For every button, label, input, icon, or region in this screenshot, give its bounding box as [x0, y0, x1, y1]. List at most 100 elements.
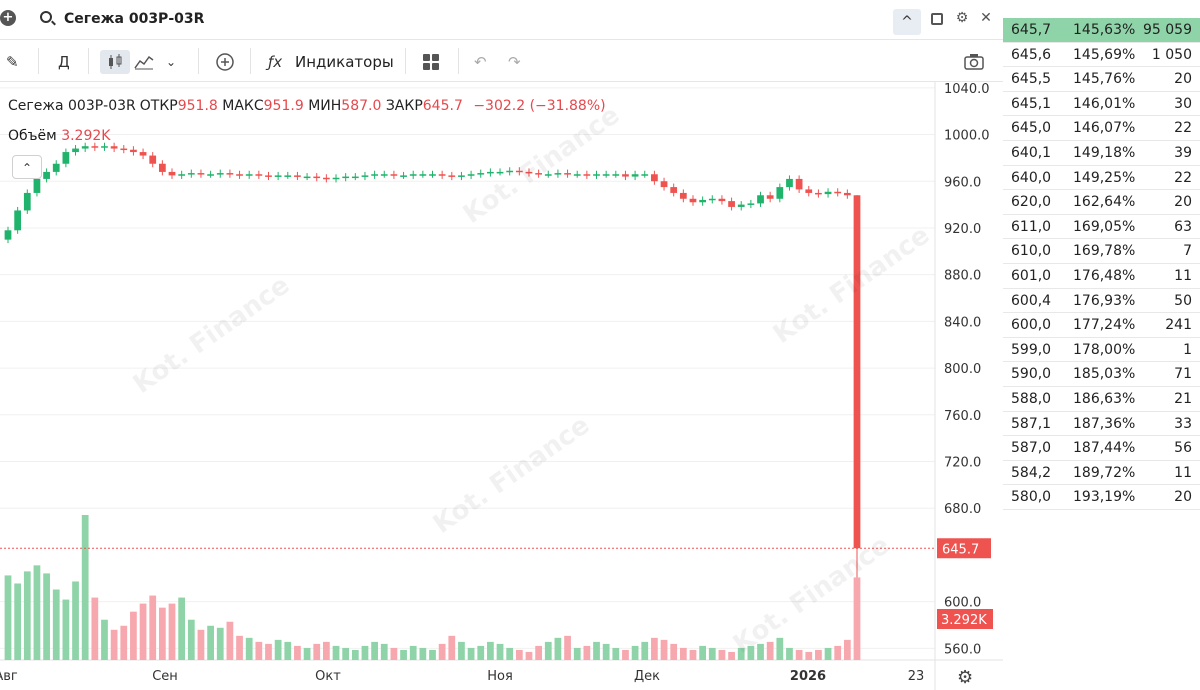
order-book-row[interactable]: 599,0 178,00% 1: [1003, 338, 1200, 363]
order-book-row[interactable]: 588,0 186,63% 21: [1003, 387, 1200, 412]
volume-bar: [101, 619, 108, 660]
candles-icon[interactable]: [100, 50, 130, 74]
candlestick-chart[interactable]: 1040.0 1000.0 960.0 920.0 880.0 840.0 800.0 760…: [0, 82, 1003, 690]
candle-body: [458, 175, 465, 177]
close-icon[interactable]: ✕: [979, 11, 993, 25]
candle-body: [149, 155, 157, 164]
chevron-down-icon[interactable]: ⌄: [166, 50, 176, 74]
toolbar-divider: [458, 48, 459, 74]
candle-body: [178, 174, 186, 176]
candle-body: [294, 175, 301, 177]
undo-icon[interactable]: ↶: [474, 50, 487, 74]
order-book-row[interactable]: 645,7 145,63% 95 059: [1003, 18, 1200, 43]
volume-bar: [91, 597, 99, 660]
last-price-label: 645.7: [942, 542, 979, 557]
volume-bar: [641, 641, 649, 660]
candle-body: [313, 176, 321, 179]
legend-instrument: Сегежа 003Р-03R: [8, 98, 136, 114]
order-book-row[interactable]: 610,0 169,78% 7: [1003, 239, 1200, 264]
order-book-qty: 63: [1174, 218, 1192, 235]
search-input[interactable]: Сегежа 003Р-03R: [64, 11, 204, 27]
candle-body: [824, 191, 832, 195]
volume-bar: [72, 581, 79, 660]
order-book-row[interactable]: 584,2 189,72% 11: [1003, 461, 1200, 486]
price-tick-label: 920.0: [944, 222, 981, 237]
volume-bar: [236, 635, 243, 660]
order-book-row[interactable]: 600,0 177,24% 241: [1003, 313, 1200, 338]
volume-bar: [390, 647, 398, 660]
candle-body: [303, 176, 311, 179]
candle-body: [43, 171, 50, 179]
candle-body: [718, 198, 726, 202]
order-book-row[interactable]: 645,0 146,07% 22: [1003, 116, 1200, 141]
gear-icon[interactable]: ⚙: [955, 11, 969, 25]
order-book-row[interactable]: 611,0 169,05% 63: [1003, 215, 1200, 240]
plus-icon[interactable]: +: [0, 10, 16, 26]
candle-body: [139, 152, 147, 156]
legend-change: −302.2 (−31.88%): [473, 98, 606, 114]
candle-body: [689, 198, 697, 203]
candle-body: [757, 195, 764, 204]
order-book-row[interactable]: 590,0 185,03% 71: [1003, 362, 1200, 387]
legend-close: 645.7: [422, 98, 463, 114]
maximize-icon[interactable]: [931, 13, 943, 25]
price-tick-label: 1040.0: [944, 82, 990, 97]
order-book-row[interactable]: 640,1 149,18% 39: [1003, 141, 1200, 166]
order-book-price: 584,2: [1011, 464, 1052, 481]
candle-body: [815, 192, 822, 195]
price-tick-label: 720.0: [944, 455, 981, 470]
volume-bar: [380, 643, 388, 660]
order-book-row[interactable]: 620,0 162,64% 20: [1003, 190, 1200, 215]
order-book-price: 610,0: [1011, 243, 1052, 260]
period-button[interactable]: Д: [58, 50, 70, 74]
indicators-button[interactable]: Индикаторы: [295, 50, 394, 74]
volume-bar: [564, 635, 571, 660]
candle-body: [477, 173, 485, 175]
candle-body: [216, 173, 224, 175]
layout-grid-icon[interactable]: [422, 50, 440, 74]
candle-body: [371, 174, 378, 176]
chevron-up-icon[interactable]: ^: [893, 9, 921, 35]
order-book-qty: 95 059: [1143, 22, 1192, 38]
candle-body: [429, 174, 436, 176]
legend-high: 951.9: [263, 98, 304, 114]
volume-bar: [429, 649, 436, 660]
candle-body: [158, 163, 166, 172]
collapse-legend-button[interactable]: ⌃: [12, 155, 42, 179]
area-chart-icon[interactable]: [134, 50, 156, 74]
order-book-row[interactable]: 645,5 145,76% 20: [1003, 67, 1200, 92]
instrument-search[interactable]: Сегежа 003Р-03R: [34, 6, 894, 34]
order-book-yield: 146,07%: [1073, 120, 1136, 137]
add-circle-icon[interactable]: [215, 50, 235, 74]
candle-body: [236, 174, 243, 176]
order-book-row[interactable]: 587,0 187,44% 56: [1003, 436, 1200, 461]
legend-low: 587.0: [341, 98, 382, 114]
order-book-qty: 20: [1174, 194, 1192, 211]
price-chart[interactable]: 1040.0 1000.0 960.0 920.0 880.0 840.0 800.0 760…: [0, 82, 1003, 690]
pencil-icon[interactable]: ✎: [6, 50, 24, 74]
order-book-row[interactable]: 645,6 145,69% 1 050: [1003, 43, 1200, 68]
candle-body: [641, 174, 649, 176]
volume-bar: [612, 647, 620, 660]
order-book-row[interactable]: 645,1 146,01% 30: [1003, 92, 1200, 117]
candle-body: [631, 174, 639, 177]
volume-bar: [506, 647, 514, 660]
order-book-row[interactable]: 580,0 193,19% 20: [1003, 485, 1200, 510]
order-book-row[interactable]: 587,1 187,36% 33: [1003, 412, 1200, 437]
order-book-row[interactable]: 601,0 176,48% 11: [1003, 264, 1200, 289]
order-book-row[interactable]: 600,4 176,93% 50: [1003, 289, 1200, 314]
order-book-row[interactable]: 640,0 149,25% 22: [1003, 166, 1200, 191]
volume-bar: [120, 625, 128, 660]
order-book-yield: 146,01%: [1073, 95, 1136, 112]
order-book-qty: 20: [1174, 71, 1192, 88]
volume-bar: [332, 645, 340, 660]
volume-bar: [467, 647, 475, 660]
redo-icon[interactable]: ↷: [508, 50, 521, 74]
settings-icon[interactable]: ⚙: [957, 667, 973, 688]
camera-icon[interactable]: [964, 50, 984, 74]
order-book-price: 640,1: [1011, 144, 1052, 161]
candle-body: [467, 174, 475, 176]
candle-body: [419, 174, 427, 176]
candle-body: [573, 174, 581, 176]
candle-body: [564, 173, 571, 175]
